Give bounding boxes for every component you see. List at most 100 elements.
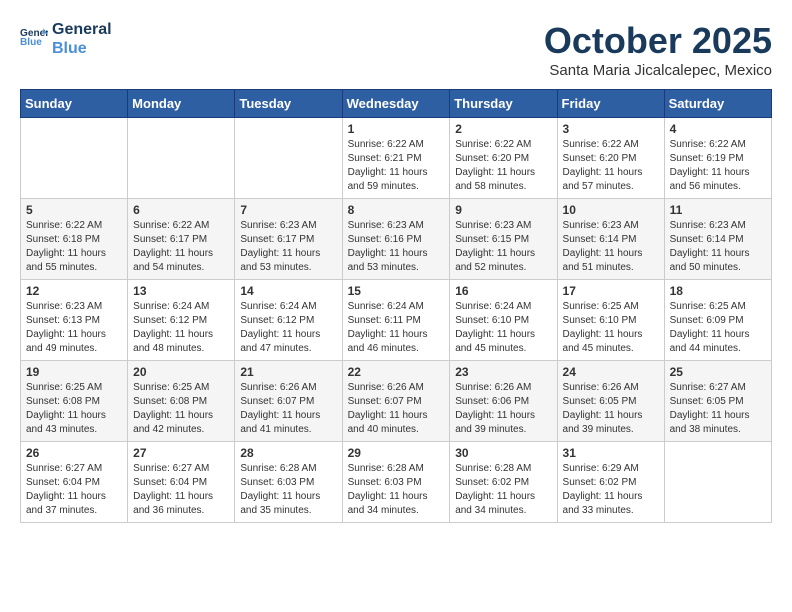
day-number: 15 — [348, 284, 445, 298]
table-row: 9 Sunrise: 6:23 AM Sunset: 6:15 PM Daylig… — [450, 199, 557, 280]
day-content: Sunrise: 6:24 AM Sunset: 6:11 PM Dayligh… — [348, 300, 445, 356]
day-content: Sunrise: 6:22 AM Sunset: 6:20 PM Dayligh… — [455, 138, 551, 194]
table-row — [235, 118, 342, 199]
table-row: 27 Sunrise: 6:27 AM Sunset: 6:04 PM Dayli… — [128, 442, 235, 523]
day-content: Sunrise: 6:24 AM Sunset: 6:12 PM Dayligh… — [240, 300, 336, 356]
day-number: 20 — [133, 365, 229, 379]
day-content: Sunrise: 6:22 AM Sunset: 6:18 PM Dayligh… — [26, 219, 122, 275]
table-row — [664, 442, 771, 523]
calendar-week-row: 12 Sunrise: 6:23 AM Sunset: 6:13 PM Dayli… — [21, 280, 772, 361]
calendar-table: SundayMondayTuesdayWednesdayThursdayFrid… — [20, 89, 772, 523]
day-content: Sunrise: 6:23 AM Sunset: 6:13 PM Dayligh… — [26, 300, 122, 356]
table-row — [128, 118, 235, 199]
day-content: Sunrise: 6:25 AM Sunset: 6:10 PM Dayligh… — [563, 300, 659, 356]
col-header-monday: Monday — [128, 90, 235, 118]
day-content: Sunrise: 6:26 AM Sunset: 6:06 PM Dayligh… — [455, 381, 551, 437]
day-content: Sunrise: 6:25 AM Sunset: 6:09 PM Dayligh… — [670, 300, 766, 356]
day-number: 19 — [26, 365, 122, 379]
calendar-week-row: 26 Sunrise: 6:27 AM Sunset: 6:04 PM Dayli… — [21, 442, 772, 523]
day-number: 8 — [348, 203, 445, 217]
title-block: October 2025 Santa Maria Jicalcalepec, M… — [544, 20, 772, 79]
logo-text-general: General — [52, 20, 112, 39]
table-row: 13 Sunrise: 6:24 AM Sunset: 6:12 PM Dayli… — [128, 280, 235, 361]
day-content: Sunrise: 6:29 AM Sunset: 6:02 PM Dayligh… — [563, 462, 659, 518]
day-content: Sunrise: 6:23 AM Sunset: 6:16 PM Dayligh… — [348, 219, 445, 275]
day-number: 18 — [670, 284, 766, 298]
day-number: 30 — [455, 446, 551, 460]
day-number: 27 — [133, 446, 229, 460]
day-content: Sunrise: 6:25 AM Sunset: 6:08 PM Dayligh… — [26, 381, 122, 437]
page-header: General Blue General Blue October 2025 S… — [20, 20, 772, 79]
day-number: 17 — [563, 284, 659, 298]
day-content: Sunrise: 6:26 AM Sunset: 6:05 PM Dayligh… — [563, 381, 659, 437]
day-content: Sunrise: 6:24 AM Sunset: 6:12 PM Dayligh… — [133, 300, 229, 356]
svg-text:Blue: Blue — [20, 37, 42, 48]
day-content: Sunrise: 6:28 AM Sunset: 6:02 PM Dayligh… — [455, 462, 551, 518]
calendar-week-row: 1 Sunrise: 6:22 AM Sunset: 6:21 PM Daylig… — [21, 118, 772, 199]
day-number: 7 — [240, 203, 336, 217]
table-row: 21Sunrise: 6:26 AM Sunset: 6:07 PM Dayli… — [235, 361, 342, 442]
day-number: 31 — [563, 446, 659, 460]
month-title: October 2025 — [544, 20, 772, 62]
col-header-thursday: Thursday — [450, 90, 557, 118]
table-row: 14 Sunrise: 6:24 AM Sunset: 6:12 PM Dayli… — [235, 280, 342, 361]
table-row: 26 Sunrise: 6:27 AM Sunset: 6:04 PM Dayli… — [21, 442, 128, 523]
table-row: 24 Sunrise: 6:26 AM Sunset: 6:05 PM Dayli… — [557, 361, 664, 442]
table-row: 19 Sunrise: 6:25 AM Sunset: 6:08 PM Dayli… — [21, 361, 128, 442]
logo-text-blue: Blue — [52, 39, 112, 58]
day-number: 1 — [348, 122, 445, 136]
logo-icon: General Blue — [20, 25, 48, 53]
day-number: 4 — [670, 122, 766, 136]
day-content: Sunrise: 6:27 AM Sunset: 6:04 PM Dayligh… — [133, 462, 229, 518]
table-row: 28 Sunrise: 6:28 AM Sunset: 6:03 PM Dayli… — [235, 442, 342, 523]
day-number: 26 — [26, 446, 122, 460]
table-row: 10Sunrise: 6:23 AM Sunset: 6:14 PM Dayli… — [557, 199, 664, 280]
table-row: 8 Sunrise: 6:23 AM Sunset: 6:16 PM Daylig… — [342, 199, 450, 280]
day-number: 22 — [348, 365, 445, 379]
day-content: Sunrise: 6:23 AM Sunset: 6:17 PM Dayligh… — [240, 219, 336, 275]
day-number: 13 — [133, 284, 229, 298]
day-number: 14 — [240, 284, 336, 298]
table-row: 30 Sunrise: 6:28 AM Sunset: 6:02 PM Dayli… — [450, 442, 557, 523]
location-subtitle: Santa Maria Jicalcalepec, Mexico — [544, 62, 772, 79]
table-row: 4 Sunrise: 6:22 AM Sunset: 6:19 PM Daylig… — [664, 118, 771, 199]
day-number: 5 — [26, 203, 122, 217]
col-header-wednesday: Wednesday — [342, 90, 450, 118]
day-content: Sunrise: 6:22 AM Sunset: 6:21 PM Dayligh… — [348, 138, 445, 194]
logo: General Blue General Blue — [20, 20, 112, 58]
table-row: 31 Sunrise: 6:29 AM Sunset: 6:02 PM Dayli… — [557, 442, 664, 523]
table-row: 12 Sunrise: 6:23 AM Sunset: 6:13 PM Dayli… — [21, 280, 128, 361]
table-row: 1 Sunrise: 6:22 AM Sunset: 6:21 PM Daylig… — [342, 118, 450, 199]
day-content: Sunrise: 6:28 AM Sunset: 6:03 PM Dayligh… — [240, 462, 336, 518]
day-number: 21 — [240, 365, 336, 379]
table-row: 17 Sunrise: 6:25 AM Sunset: 6:10 PM Dayli… — [557, 280, 664, 361]
day-content: Sunrise: 6:27 AM Sunset: 6:04 PM Dayligh… — [26, 462, 122, 518]
col-header-sunday: Sunday — [21, 90, 128, 118]
day-number: 28 — [240, 446, 336, 460]
table-row: 15 Sunrise: 6:24 AM Sunset: 6:11 PM Dayli… — [342, 280, 450, 361]
table-row: 20 Sunrise: 6:25 AM Sunset: 6:08 PM Dayli… — [128, 361, 235, 442]
table-row: 11 Sunrise: 6:23 AM Sunset: 6:14 PM Dayli… — [664, 199, 771, 280]
col-header-saturday: Saturday — [664, 90, 771, 118]
day-number: 3 — [563, 122, 659, 136]
table-row: 23Sunrise: 6:26 AM Sunset: 6:06 PM Dayli… — [450, 361, 557, 442]
day-content: Sunrise: 6:28 AM Sunset: 6:03 PM Dayligh… — [348, 462, 445, 518]
table-row — [21, 118, 128, 199]
day-number: 24 — [563, 365, 659, 379]
table-row: 5 Sunrise: 6:22 AM Sunset: 6:18 PM Daylig… — [21, 199, 128, 280]
day-content: Sunrise: 6:24 AM Sunset: 6:10 PM Dayligh… — [455, 300, 551, 356]
calendar-week-row: 5 Sunrise: 6:22 AM Sunset: 6:18 PM Daylig… — [21, 199, 772, 280]
day-number: 29 — [348, 446, 445, 460]
calendar-week-row: 19 Sunrise: 6:25 AM Sunset: 6:08 PM Dayli… — [21, 361, 772, 442]
day-content: Sunrise: 6:25 AM Sunset: 6:08 PM Dayligh… — [133, 381, 229, 437]
day-number: 9 — [455, 203, 551, 217]
day-content: Sunrise: 6:23 AM Sunset: 6:15 PM Dayligh… — [455, 219, 551, 275]
day-number: 11 — [670, 203, 766, 217]
table-row: 7 Sunrise: 6:23 AM Sunset: 6:17 PM Daylig… — [235, 199, 342, 280]
day-number: 12 — [26, 284, 122, 298]
day-content: Sunrise: 6:22 AM Sunset: 6:20 PM Dayligh… — [563, 138, 659, 194]
day-content: Sunrise: 6:23 AM Sunset: 6:14 PM Dayligh… — [670, 219, 766, 275]
table-row: 2Sunrise: 6:22 AM Sunset: 6:20 PM Daylig… — [450, 118, 557, 199]
day-number: 25 — [670, 365, 766, 379]
day-content: Sunrise: 6:22 AM Sunset: 6:19 PM Dayligh… — [670, 138, 766, 194]
